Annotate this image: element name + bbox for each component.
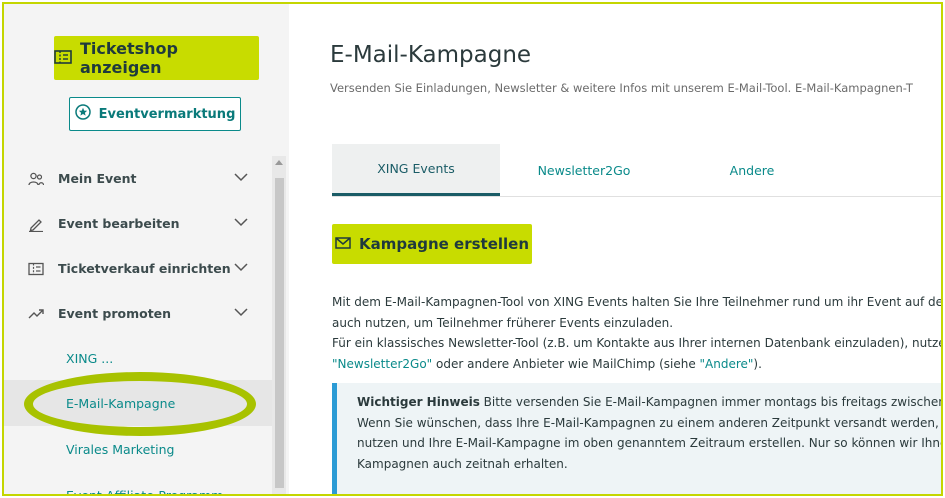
sidebar-subitem-affiliate[interactable]: Event-Affiliate-Programm (4, 472, 272, 496)
sidebar-subitem-xing[interactable]: XING ... (4, 336, 272, 380)
sidebar-item-event-bearbeiten[interactable]: Event bearbeiten (4, 201, 272, 246)
sidebar-subitem-label: XING ... (66, 350, 114, 366)
sidebar-subitem-label: Virales Marketing (66, 441, 175, 457)
tab-label: Andere (729, 162, 775, 178)
notice-text-part: Bitte versenden Sie E-Mail-Kampagnen imm… (479, 395, 943, 409)
notice-line: Wenn Sie wünschen, dass Ihre E-Mail-Kamp… (357, 415, 943, 430)
andere-link[interactable]: "Andere" (700, 357, 754, 371)
intro-text: oder andere Anbieter wie MailChimp (sieh… (432, 356, 700, 371)
sidebar-item-label: Mein Event (58, 171, 137, 186)
intro-line: Mit dem E-Mail-Kampagnen-Tool von XING E… (332, 295, 943, 309)
tab-bar: XING Events Newsletter2Go Andere (332, 144, 941, 197)
event-marketing-button[interactable]: Eventvermarktung (69, 97, 241, 131)
scroll-up-arrow-icon[interactable] (275, 160, 283, 165)
tab-andere[interactable]: Andere (668, 144, 836, 196)
tab-newsletter2go[interactable]: Newsletter2Go (500, 144, 668, 196)
notice-text: Wichtiger Hinweis Bitte versenden Sie E-… (357, 392, 943, 474)
ticketshop-button-label: Ticketshop anzeigen (80, 39, 178, 77)
tab-xing-events[interactable]: XING Events (332, 144, 500, 196)
notice-line: Wichtiger Hinweis Bitte versenden Sie E-… (357, 392, 943, 413)
intro-line: Für ein klassisches Newsletter-Tool (z.B… (332, 336, 943, 350)
notice-line: Kampagnen auch zeitnah erhalten. (357, 456, 568, 471)
ticketshop-button[interactable]: Ticketshop anzeigen (54, 36, 259, 80)
sidebar-subitem-virales-marketing[interactable]: Virales Marketing (4, 426, 272, 472)
sidebar: Ticketshop anzeigen Eventvermarktung Mei… (4, 4, 289, 496)
page-subtitle: Versenden Sie Einladungen, Newsletter & … (330, 81, 913, 95)
sidebar-subitem-email-kampagne[interactable]: E-Mail-Kampagne (4, 380, 272, 426)
chevron-down-icon[interactable] (234, 305, 248, 320)
notice-heading: Wichtiger Hinweis (357, 395, 480, 409)
people-icon (28, 171, 44, 187)
event-marketing-label: Eventvermarktung (98, 106, 236, 122)
sidebar-item-event-promoten[interactable]: Event promoten (4, 291, 272, 336)
trend-icon (28, 306, 44, 322)
page-title: E-Mail-Kampagne (330, 42, 532, 68)
sidebar-subitem-label: E-Mail-Kampagne (66, 395, 176, 411)
sidebar-item-label: Event bearbeiten (58, 216, 180, 231)
intro-paragraph: Mit dem E-Mail-Kampagnen-Tool von XING E… (332, 292, 943, 375)
sidebar-scrollbar[interactable] (272, 156, 286, 494)
ticket-icon (28, 261, 44, 277)
chevron-down-icon[interactable] (234, 215, 248, 230)
sidebar-item-label: Ticketverkauf einrichten (58, 261, 231, 276)
tab-label: Newsletter2Go (537, 162, 631, 178)
tab-label: XING Events (377, 161, 455, 176)
app-frame: Ticketshop anzeigen Eventvermarktung Mei… (2, 2, 943, 496)
pencil-icon (28, 216, 44, 232)
notice-line: nutzen und Ihre E-Mail-Kampagne im oben … (357, 436, 943, 450)
star-circle-icon (74, 104, 91, 124)
sidebar-item-label: Event promoten (58, 306, 172, 321)
sidebar-item-mein-event[interactable]: Mein Event (4, 156, 272, 201)
envelope-icon (335, 235, 351, 253)
scrollbar-thumb[interactable] (275, 178, 284, 488)
chevron-down-icon[interactable] (234, 260, 248, 275)
sidebar-subitem-label: Event-Affiliate-Programm (66, 487, 224, 496)
sidebar-nav: Mein Event Event bearbeiten Ticketverkau (4, 156, 272, 496)
intro-line: "Newsletter2Go" oder andere Anbieter wie… (332, 354, 941, 375)
main-content: E-Mail-Kampagne Versenden Sie Einladunge… (308, 4, 943, 494)
newsletter2go-link[interactable]: "Newsletter2Go" (332, 357, 432, 371)
chevron-down-icon[interactable] (234, 170, 248, 185)
create-campaign-button[interactable]: Kampagne erstellen (332, 224, 532, 264)
intro-line: auch nutzen, um Teilnehmer früherer Even… (332, 315, 674, 330)
ticket-icon (54, 49, 72, 68)
important-notice: Wichtiger Hinweis Bitte versenden Sie E-… (332, 383, 943, 494)
intro-text: ). (753, 356, 762, 371)
sidebar-item-ticketverkauf[interactable]: Ticketverkauf einrichten (4, 246, 272, 291)
create-campaign-label: Kampagne erstellen (358, 235, 530, 253)
